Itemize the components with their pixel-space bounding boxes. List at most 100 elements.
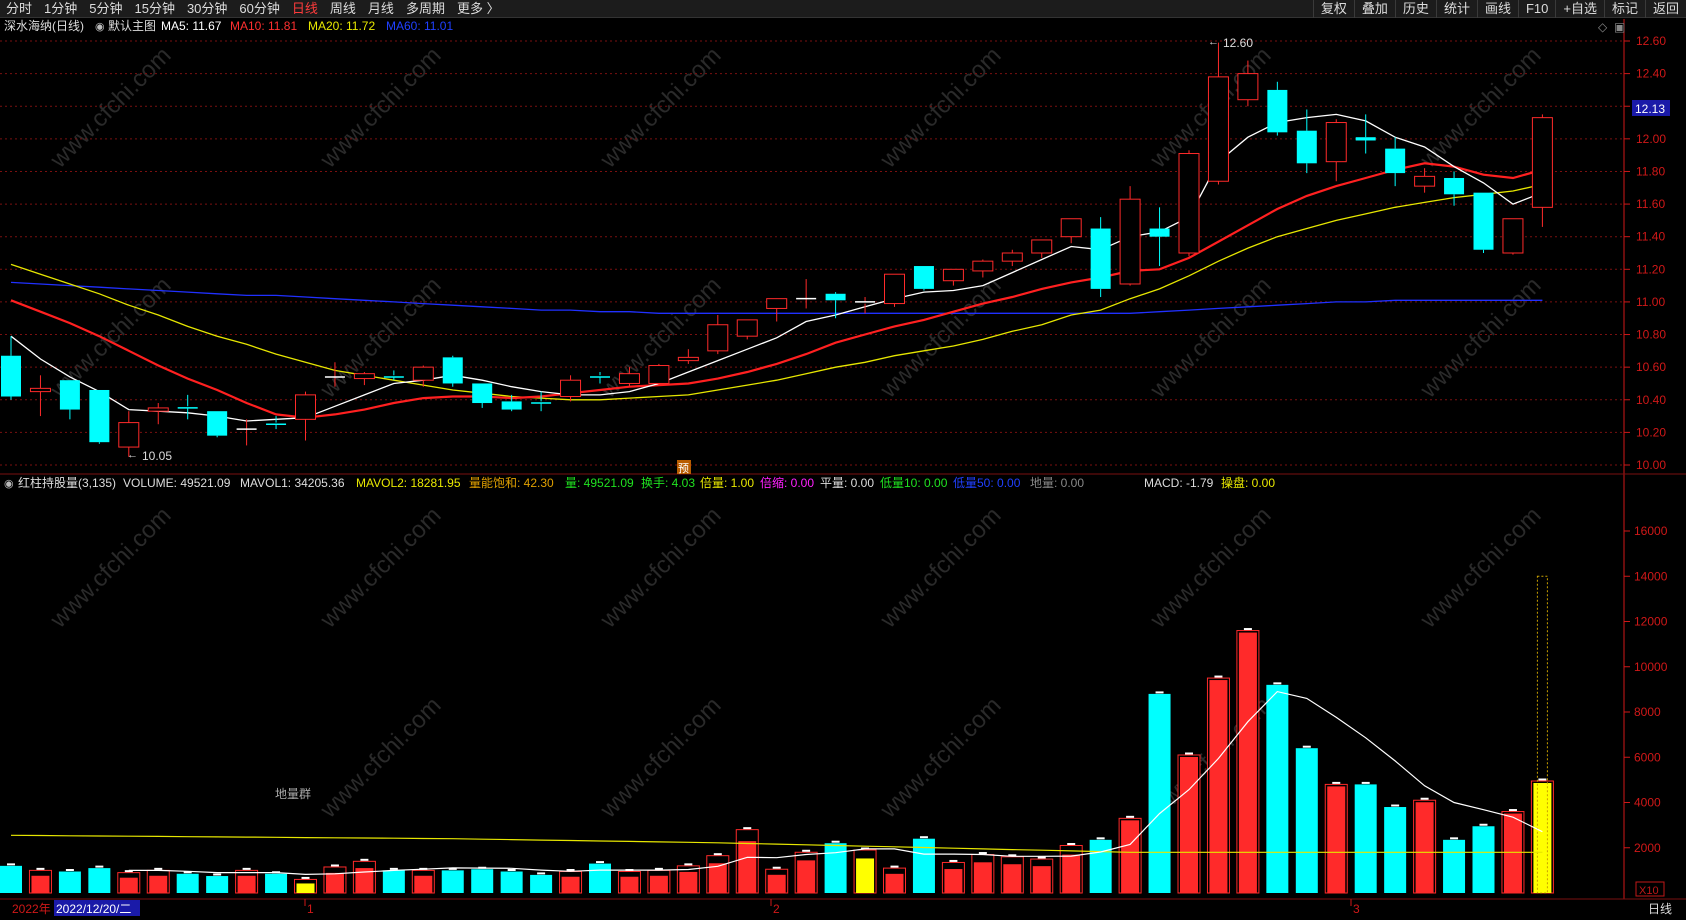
tool-button-3[interactable]: 统计 <box>1435 0 1477 18</box>
volume-bar-fill <box>973 862 992 893</box>
volume-bar-fill <box>620 876 639 893</box>
period-tab-10[interactable]: 更多 〉 <box>451 0 506 18</box>
watermark-text: www.cfchi.com <box>314 272 446 404</box>
stock-label[interactable]: 深水海纳(日线) <box>4 19 84 33</box>
candle-body-up <box>1001 252 1023 262</box>
tool-button-6[interactable]: +自选 <box>1555 0 1604 18</box>
volume-bar-down <box>0 865 22 893</box>
period-tab-2[interactable]: 5分钟 <box>83 0 128 18</box>
current-price-tag: 12.13 <box>1635 102 1665 116</box>
volume-tick-label: 12000 <box>1634 615 1668 629</box>
kline-chart[interactable]: www.cfchi.com www.cfchi.com www.cfchi.com w… <box>0 19 1686 920</box>
volume-bar-fill <box>767 874 786 893</box>
panel-toggle-icon[interactable]: ▣ <box>1614 20 1625 34</box>
candle-body-down <box>1267 89 1288 133</box>
ma10-readout: MA10: 11.81 <box>230 19 297 33</box>
high-price-marker: 12.60 <box>1223 36 1253 50</box>
volume-bar-fill <box>1238 632 1257 893</box>
month-mark-2: 2 <box>773 902 780 916</box>
volume-bar-down <box>206 876 229 893</box>
tool-button-2[interactable]: 历史 <box>1394 0 1436 18</box>
volume-bar-fill <box>1503 813 1522 893</box>
period-tab-1[interactable]: 1分钟 <box>38 0 83 18</box>
price-tick-label: 12.40 <box>1636 67 1666 81</box>
volume-bar-fill <box>296 883 315 893</box>
period-tab-6[interactable]: 日线 <box>286 0 324 18</box>
volume-bar-fill <box>1180 756 1198 893</box>
ma5-readout: MA5: 11.67 <box>161 19 222 33</box>
period-tab-5[interactable]: 60分钟 <box>233 0 285 18</box>
forecast-badge[interactable]: 预 <box>678 462 689 475</box>
candle-body-up <box>560 379 582 398</box>
low-arrow-icon: ← <box>127 449 138 461</box>
candle-body-up <box>147 407 169 412</box>
volume-tick-label: 8000 <box>1634 705 1661 719</box>
volume-bar-fill <box>31 875 50 893</box>
watermark-text: www.cfchi.com <box>1414 272 1546 404</box>
main-indicator-label[interactable]: 默认主图 <box>108 19 156 33</box>
watermark-text: www.cfchi.com <box>314 692 446 824</box>
candle-body-down <box>825 293 846 301</box>
volume-bar-fill <box>149 875 168 893</box>
candle-body-up <box>648 365 670 384</box>
candle-body-down <box>1385 148 1406 174</box>
high-arrow-icon: ← <box>1208 36 1219 48</box>
candle-body-up <box>1031 239 1053 254</box>
volume-tick-label: 2000 <box>1634 841 1661 855</box>
volume-collapse-icon[interactable]: ◉ <box>4 478 14 490</box>
macd-readout: MACD: -1.79 <box>1144 476 1214 490</box>
volume-bar-down <box>1148 693 1171 893</box>
watermark-text: www.cfchi.com <box>314 42 446 174</box>
price-tick-label: 11.40 <box>1636 230 1665 244</box>
tool-button-7[interactable]: 标记 <box>1603 0 1645 18</box>
watermark-text: www.cfchi.com <box>594 502 726 634</box>
multiple-readout: 倍量: 1.00 <box>700 475 754 490</box>
tool-button-5[interactable]: F10 <box>1517 0 1555 18</box>
diamond-icon[interactable]: ◇ <box>1598 20 1608 34</box>
watermark-layer: www.cfchi.com www.cfchi.com www.cfchi.com w… <box>44 42 1546 824</box>
collapse-icon[interactable]: ◉ <box>95 21 105 33</box>
volume-bar-fill <box>414 875 433 893</box>
scale-badge[interactable]: X10 <box>1639 885 1659 897</box>
period-tab-0[interactable]: 分时 <box>0 0 38 18</box>
volume-bar-fill <box>797 860 816 893</box>
tool-button-1[interactable]: 叠加 <box>1353 0 1395 18</box>
period-tab-4[interactable]: 30分钟 <box>181 0 233 18</box>
candle-body-down <box>207 411 228 436</box>
tool-button-4[interactable]: 画线 <box>1476 0 1518 18</box>
candle-body-down <box>1 355 21 397</box>
low50-readout: 低量50: 0.00 <box>953 476 1021 490</box>
volume-bar-fill <box>1003 864 1022 893</box>
candle-body-up <box>766 298 788 309</box>
volume-bar-down <box>1354 784 1377 893</box>
ground-readout: 地量: 0.00 <box>1030 476 1084 490</box>
volume-bar-fill <box>1327 786 1346 893</box>
tool-buttons: 复权 叠加 历史 统计 画线 F10 +自选 标记 返回 <box>1312 0 1686 18</box>
watermark-text: www.cfchi.com <box>1414 502 1546 634</box>
volume-bar-down <box>1089 839 1112 893</box>
shrink-readout: 倍缩: 0.00 <box>760 475 814 490</box>
period-tab-9[interactable]: 多周期 <box>400 0 451 18</box>
period-tab-7[interactable]: 周线 <box>324 0 362 18</box>
period-tab-3[interactable]: 15分钟 <box>128 0 180 18</box>
candle-body-up <box>1237 73 1259 101</box>
tool-button-0[interactable]: 复权 <box>1312 0 1354 18</box>
volume-bar-down <box>1472 826 1495 893</box>
candle-body-down <box>472 383 493 404</box>
volume-bar-down <box>441 870 464 893</box>
ma20-readout: MA20: 11.72 <box>308 19 375 33</box>
tool-button-8[interactable]: 返回 <box>1644 0 1686 18</box>
watermark-text: www.cfchi.com <box>874 42 1006 174</box>
price-tick-label: 10.40 <box>1636 393 1666 407</box>
volume-bar-down <box>1295 748 1318 893</box>
volume-bar-down <box>1384 807 1407 893</box>
cursor-date: 2022/12/20/二 <box>56 902 131 916</box>
volume-series <box>0 575 1554 894</box>
period-tab-8[interactable]: 月线 <box>362 0 400 18</box>
period-corner-label[interactable]: 日线 <box>1648 902 1672 916</box>
price-tick-label: 10.60 <box>1636 360 1666 374</box>
volume-bar-fill <box>856 858 875 893</box>
volume-indicator-name[interactable]: 红柱持股量(3,135) <box>18 475 116 490</box>
candle-body-up <box>412 366 434 381</box>
candle-body-up <box>1502 218 1524 254</box>
